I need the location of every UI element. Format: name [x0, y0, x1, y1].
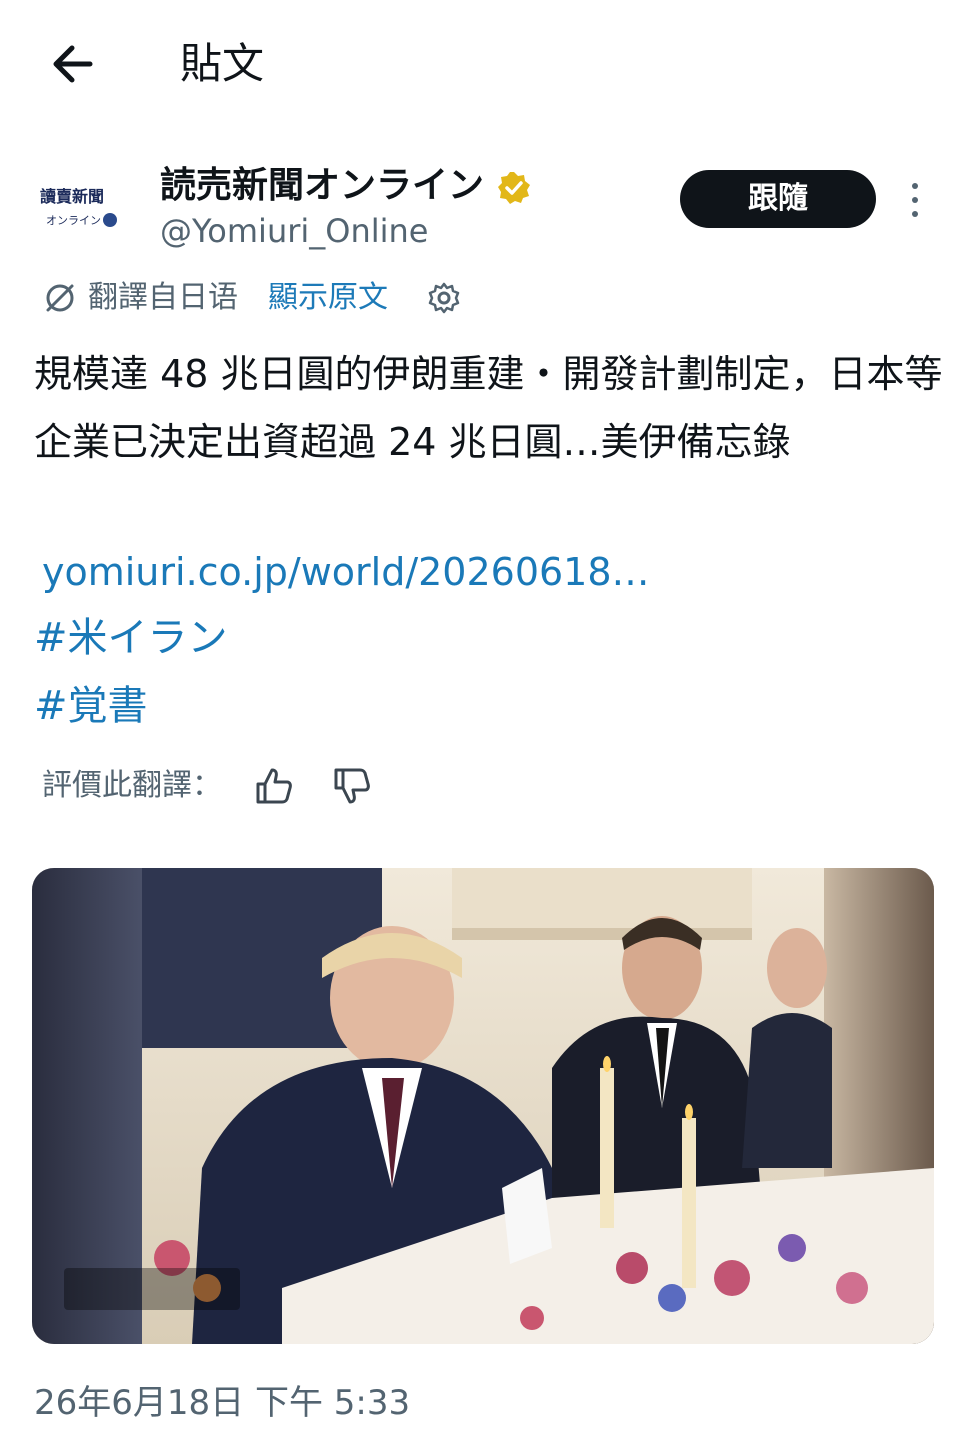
verified-badge-icon — [496, 170, 532, 206]
show-original-link[interactable]: 顯示原文 — [268, 276, 388, 320]
translate-icon — [42, 280, 78, 316]
avatar-logo-text: 讀賣新聞 — [40, 187, 104, 206]
post-text: 規模達 48 兆日圓的伊朗重建・開發計劃制定，日本等企業已決定出資超過 24 兆… — [34, 352, 943, 464]
avatar-logo-subtext: オンライン — [46, 214, 101, 227]
follow-button[interactable]: 跟隨 — [680, 170, 876, 228]
post-video[interactable] — [32, 868, 934, 1344]
translation-bar: 翻譯自日语 顯示原文 — [42, 272, 642, 324]
user-handle[interactable]: @Yomiuri_Online — [160, 208, 428, 254]
gear-icon[interactable] — [426, 280, 462, 316]
translated-from-label: 翻譯自日语 — [88, 280, 238, 315]
thumb-up-icon[interactable] — [252, 764, 296, 808]
more-vertical-icon — [912, 183, 918, 217]
top-bar: 貼文 — [0, 0, 960, 130]
more-options-button[interactable] — [898, 178, 932, 222]
rate-translation-bar: 評價此翻譯： — [42, 758, 442, 814]
hashtag-link[interactable]: #覚書 — [34, 674, 148, 738]
page-title: 貼文 — [180, 39, 265, 88]
thumb-down-icon[interactable] — [330, 764, 374, 808]
post-timestamp: 26年6月18日 下午 5:33 — [34, 1383, 411, 1423]
rate-translation-label: 評價此翻譯： — [42, 768, 222, 803]
back-button[interactable] — [44, 36, 100, 92]
post-link[interactable]: yomiuri.co.jp/world/20260618… — [42, 540, 650, 604]
avatar[interactable]: 讀賣新聞 オンライン — [36, 178, 128, 244]
arrow-left-icon — [53, 45, 93, 83]
display-name[interactable]: 読売新聞オンライン — [160, 162, 484, 210]
hashtag-link[interactable]: #米イラン — [34, 606, 228, 670]
